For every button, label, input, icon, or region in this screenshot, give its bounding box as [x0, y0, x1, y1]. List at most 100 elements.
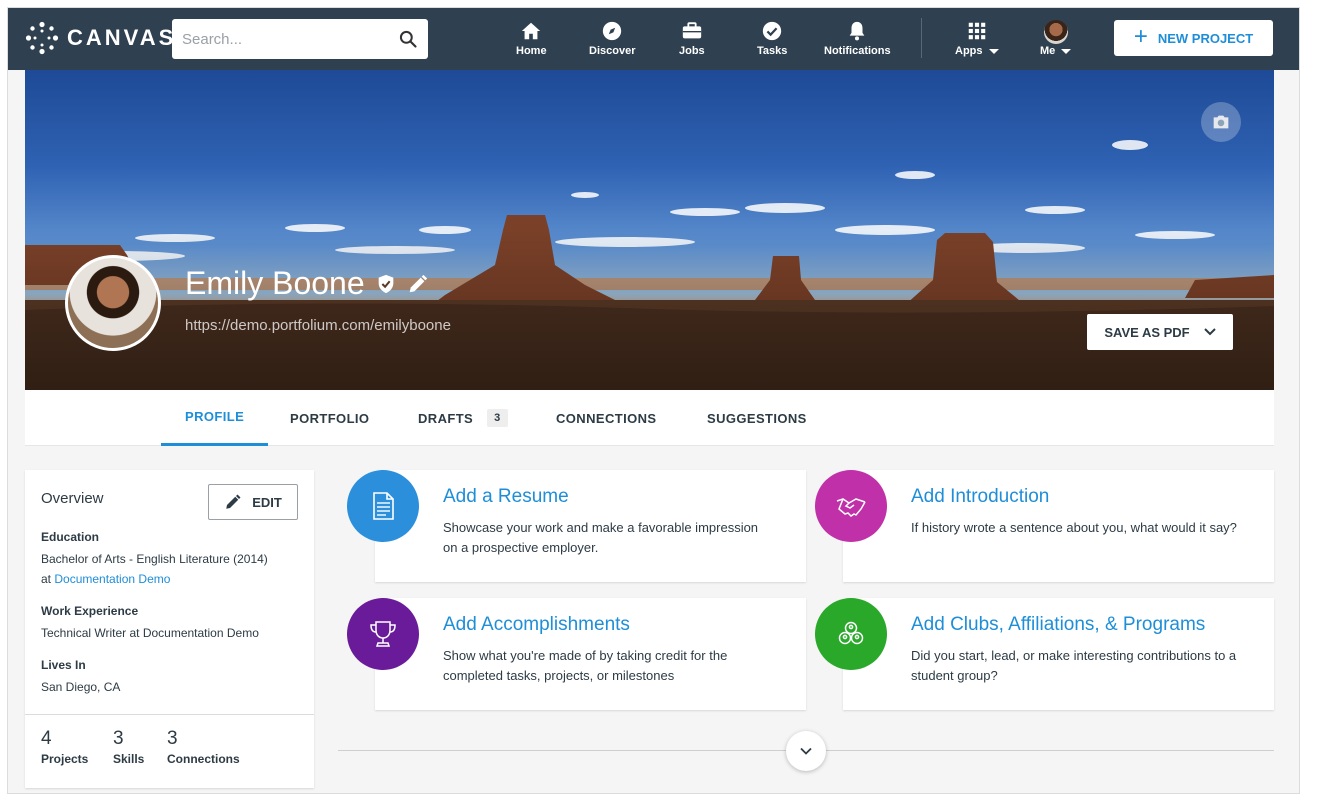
edit-label: EDIT — [252, 494, 282, 510]
education-degree: Bachelor of Arts - English Literature (2… — [41, 552, 268, 566]
nav-jobs-label: Jobs — [679, 45, 705, 57]
add-introduction-badge[interactable] — [815, 470, 887, 542]
tab-drafts-label: DRAFTS — [418, 410, 474, 426]
education-heading: Education — [41, 530, 100, 544]
plus-icon: + — [1133, 23, 1148, 50]
save-as-pdf-button[interactable]: SAVE AS PDF — [1087, 314, 1233, 350]
tab-profile[interactable]: PROFILE — [161, 390, 269, 446]
chevron-down-icon — [1061, 48, 1072, 54]
stat-connections-count: 3 — [167, 728, 178, 749]
nav-apps[interactable]: Apps — [955, 20, 999, 57]
education-at: at — [41, 572, 52, 586]
stat-projects[interactable]: 4 Projects — [41, 728, 88, 766]
profile-name: Emily Boone — [185, 265, 365, 301]
overview-divider — [25, 714, 314, 715]
show-more-button[interactable] — [786, 731, 826, 771]
profile-avatar[interactable] — [65, 255, 161, 351]
tab-suggestions-label: SUGGESTIONS — [707, 410, 807, 426]
profile-tabs: PROFILE PORTFOLIO DRAFTS 3 CONNECTIONS S… — [25, 390, 1274, 446]
tab-drafts[interactable]: DRAFTS 3 — [418, 390, 508, 446]
app-window: CANVAS Home Discover Jobs Tasks No — [7, 7, 1300, 794]
nav-notifications[interactable]: Notifications — [824, 20, 891, 57]
work-experience-text: Technical Writer at Documentation Demo — [41, 626, 259, 640]
brand-name: CANVAS — [67, 25, 177, 50]
tab-portfolio-label: PORTFOLIO — [290, 410, 370, 426]
add-accomplishments-title[interactable]: Add Accomplishments — [443, 614, 630, 636]
education-text: Bachelor of Arts - English Literature (2… — [41, 549, 268, 589]
add-resume-badge[interactable] — [347, 470, 419, 542]
nav-home[interactable]: Home — [516, 20, 547, 57]
cover-photo: Emily Boone https://demo.portfolium.com/… — [25, 70, 1274, 390]
tab-portfolio[interactable]: PORTFOLIO — [290, 390, 369, 446]
nav-jobs[interactable]: Jobs — [679, 20, 705, 57]
add-clubs-title[interactable]: Add Clubs, Affiliations, & Programs — [911, 614, 1205, 636]
briefcase-icon — [682, 22, 702, 39]
change-cover-button[interactable] — [1201, 102, 1241, 142]
edit-pencil-icon[interactable] — [407, 273, 429, 295]
check-circle-icon — [763, 21, 782, 41]
nav-discover[interactable]: Discover — [589, 20, 635, 57]
home-icon — [522, 22, 541, 40]
stat-projects-count: 4 — [41, 728, 52, 749]
canvas-logo-icon — [25, 21, 59, 55]
save-as-pdf-label: SAVE AS PDF — [1104, 324, 1190, 340]
profile-name-row: Emily Boone — [185, 265, 429, 302]
verified-shield-icon — [378, 274, 393, 293]
compass-icon — [603, 21, 622, 41]
group-icon — [838, 621, 864, 645]
add-accomplishments-card[interactable]: Add Accomplishments Show what you're mad… — [375, 598, 806, 710]
tab-profile-label: PROFILE — [185, 409, 245, 424]
drafts-count-badge: 3 — [487, 409, 508, 427]
add-resume-desc: Showcase your work and make a favorable … — [443, 520, 759, 555]
add-accomplishments-desc: Show what you're made of by taking credi… — [443, 648, 728, 683]
top-nav: CANVAS Home Discover Jobs Tasks No — [8, 8, 1299, 70]
edit-overview-button[interactable]: EDIT — [208, 484, 298, 520]
overview-title: Overview — [41, 490, 104, 507]
camera-icon — [1213, 115, 1229, 129]
search-icon[interactable] — [398, 29, 418, 49]
nav-discover-label: Discover — [589, 45, 636, 57]
stat-skills-label: Skills — [113, 752, 145, 766]
nav-home-label: Home — [516, 45, 547, 57]
search-input[interactable] — [172, 19, 372, 59]
stat-connections[interactable]: 3 Connections — [167, 728, 240, 766]
grid-icon — [968, 22, 985, 40]
add-clubs-desc: Did you start, lead, or make interesting… — [911, 648, 1237, 683]
nav-divider — [921, 18, 922, 58]
add-clubs-card[interactable]: Add Clubs, Affiliations, & Programs Did … — [843, 598, 1274, 710]
add-introduction-title[interactable]: Add Introduction — [911, 486, 1049, 508]
document-icon — [373, 492, 394, 520]
add-introduction-card[interactable]: Add Introduction If history wrote a sent… — [843, 470, 1274, 582]
lives-in-heading: Lives In — [41, 658, 86, 672]
edit-pencil-icon — [226, 494, 241, 509]
search-box — [172, 19, 428, 59]
tab-suggestions[interactable]: SUGGESTIONS — [707, 390, 807, 446]
stat-skills[interactable]: 3 Skills — [113, 728, 144, 766]
add-accomplishments-badge[interactable] — [347, 598, 419, 670]
add-resume-card[interactable]: Add a Resume Showcase your work and make… — [375, 470, 806, 582]
nav-notifications-label: Notifications — [824, 45, 891, 57]
chevron-down-icon — [1203, 328, 1216, 336]
trophy-icon — [370, 621, 396, 647]
work-experience-heading: Work Experience — [41, 604, 139, 618]
add-resume-title[interactable]: Add a Resume — [443, 486, 569, 508]
nav-tasks-label: Tasks — [757, 45, 788, 57]
nav-me-label: Me — [1040, 45, 1056, 57]
stat-skills-count: 3 — [113, 728, 124, 749]
chevron-down-icon — [988, 48, 999, 54]
tab-connections[interactable]: CONNECTIONS — [556, 390, 656, 446]
chevron-down-icon — [800, 747, 812, 755]
add-clubs-badge[interactable] — [815, 598, 887, 670]
avatar — [1043, 20, 1068, 44]
canvas-logo[interactable]: CANVAS — [25, 21, 176, 55]
tab-connections-label: CONNECTIONS — [556, 410, 657, 426]
nav-tasks[interactable]: Tasks — [757, 20, 787, 57]
nav-apps-label: Apps — [955, 45, 983, 57]
education-school-link[interactable]: Documentation Demo — [54, 572, 170, 586]
profile-url[interactable]: https://demo.portfolium.com/emilyboone — [185, 317, 451, 334]
handshake-icon — [836, 498, 866, 517]
nav-me[interactable]: Me — [1040, 20, 1072, 57]
new-project-label: NEW PROJECT — [1157, 30, 1254, 46]
overview-panel: Overview EDIT Education Bachelor of Arts… — [25, 470, 314, 788]
new-project-button[interactable]: + NEW PROJECT — [1114, 20, 1273, 56]
